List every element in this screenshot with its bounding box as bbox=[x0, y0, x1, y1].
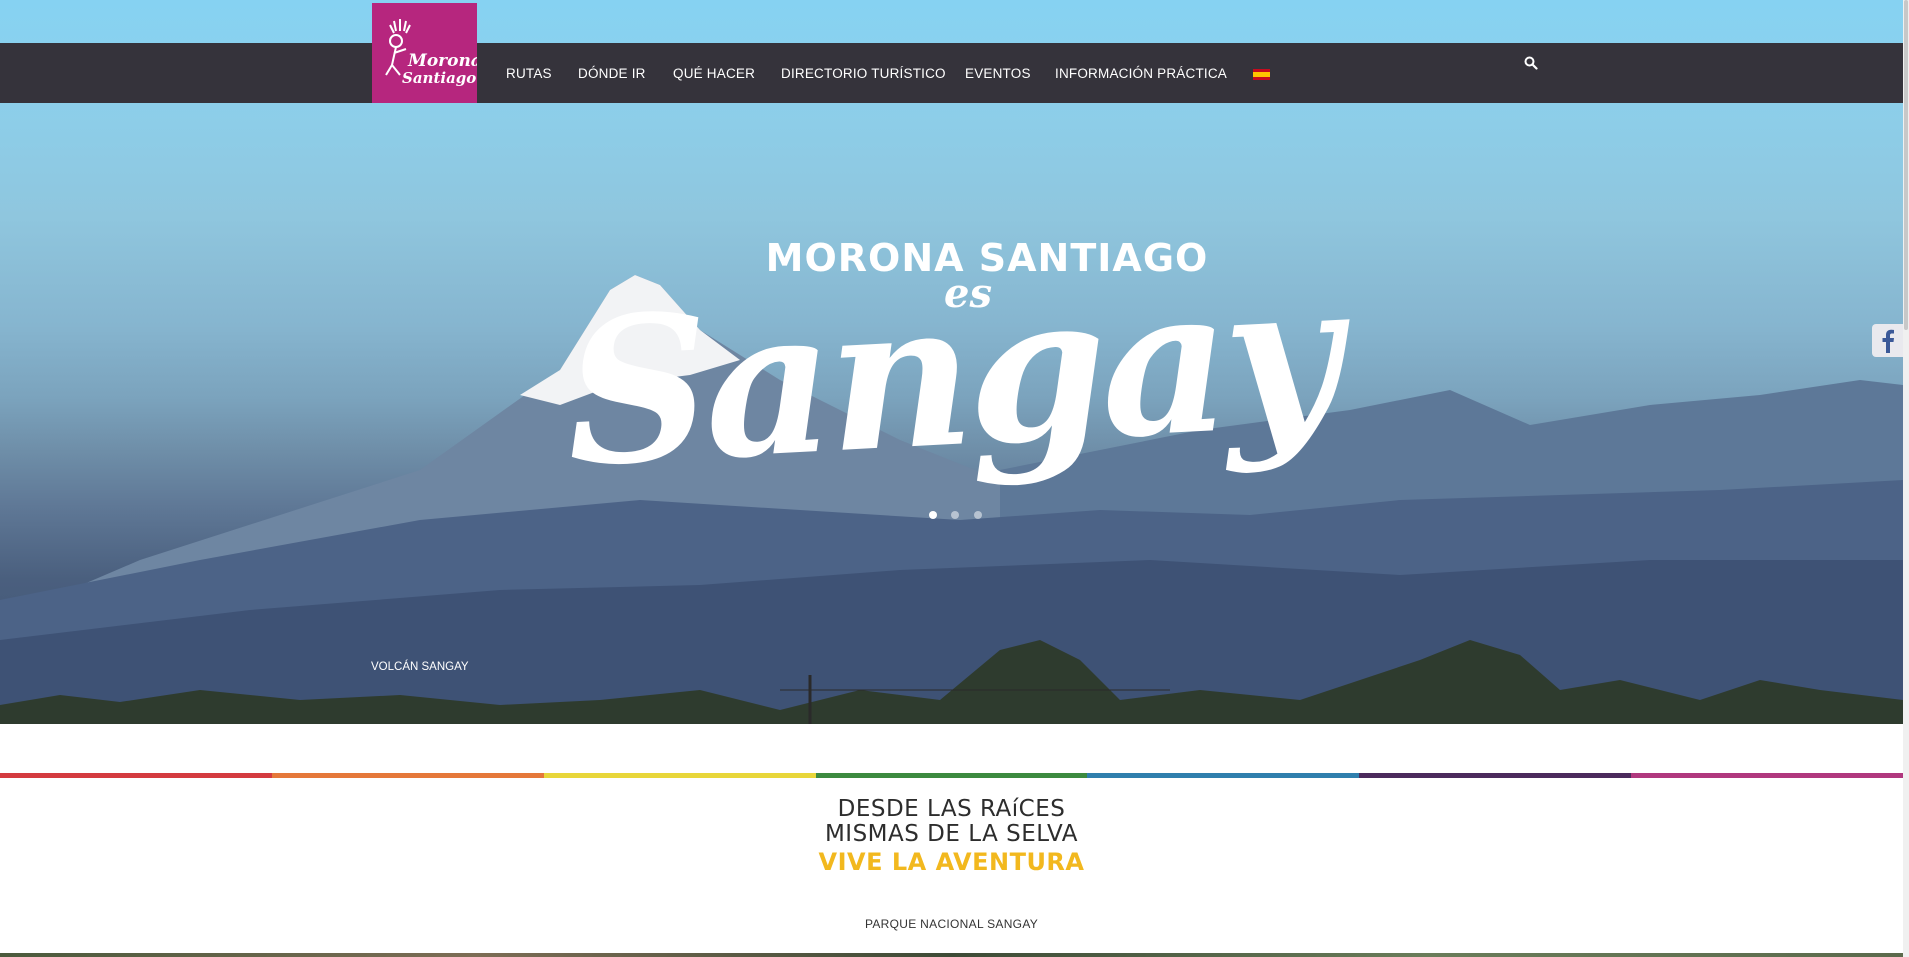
slider-pagination bbox=[929, 506, 992, 524]
search-icon[interactable] bbox=[1524, 56, 1538, 70]
logo-word-2: Santiago bbox=[402, 69, 476, 87]
slide-dot-3[interactable] bbox=[973, 511, 982, 519]
facebook-icon bbox=[1877, 327, 1899, 353]
hero-script-title: Sangay bbox=[559, 237, 1341, 512]
morona-santiago-logo: Morona Santiago bbox=[385, 19, 477, 87]
slide-dot-1[interactable] bbox=[929, 511, 937, 519]
slide-dot-2[interactable] bbox=[951, 511, 960, 519]
nav-item-rutas[interactable]: RUTAS bbox=[506, 66, 552, 81]
logo-word-1: Morona bbox=[407, 51, 477, 71]
spain-flag-icon[interactable] bbox=[1253, 69, 1270, 80]
tagline-highlight: VIVE LA AVENTURA bbox=[818, 848, 1085, 876]
nav-item-que-hacer[interactable]: QUÉ HACER bbox=[673, 66, 755, 81]
main-navbar: RUTAS DÓNDE IR QUÉ HACER DIRECTORIO TURÍ… bbox=[0, 43, 1903, 103]
site-logo[interactable]: Morona Santiago bbox=[372, 3, 477, 103]
page-scrollbar[interactable] bbox=[1903, 0, 1909, 957]
scrollbar-thumb[interactable] bbox=[1904, 0, 1908, 330]
nav-item-eventos[interactable]: EVENTOS bbox=[965, 66, 1031, 81]
tagline-line-2: MISMAS DE LA SELVA bbox=[824, 821, 1079, 847]
intro-tagline: DESDE LAS RAíCES MISMAS DE LA SELVA VIVE… bbox=[0, 796, 1903, 877]
rainbow-divider bbox=[0, 773, 1904, 778]
facebook-share-tab[interactable] bbox=[1872, 324, 1903, 357]
hero-slider: MORONA SANTIAGO es Sangay VOLCÁN SANGAY … bbox=[0, 0, 1903, 724]
section-label: PARQUE NACIONAL SANGAY bbox=[864, 917, 1039, 931]
next-section-image-edge bbox=[0, 953, 1903, 957]
tagline-line-1: DESDE LAS RAíCES bbox=[837, 796, 1066, 822]
nav-item-donde-ir[interactable]: DÓNDE IR bbox=[578, 66, 646, 81]
nav-item-directorio-turistico[interactable]: DIRECTORIO TURÍSTICO bbox=[781, 66, 946, 81]
nav-item-informacion-practica[interactable]: INFORMACIÓN PRÁCTICA bbox=[1055, 66, 1227, 81]
slide-caption: VOLCÁN SANGAY bbox=[371, 661, 469, 673]
